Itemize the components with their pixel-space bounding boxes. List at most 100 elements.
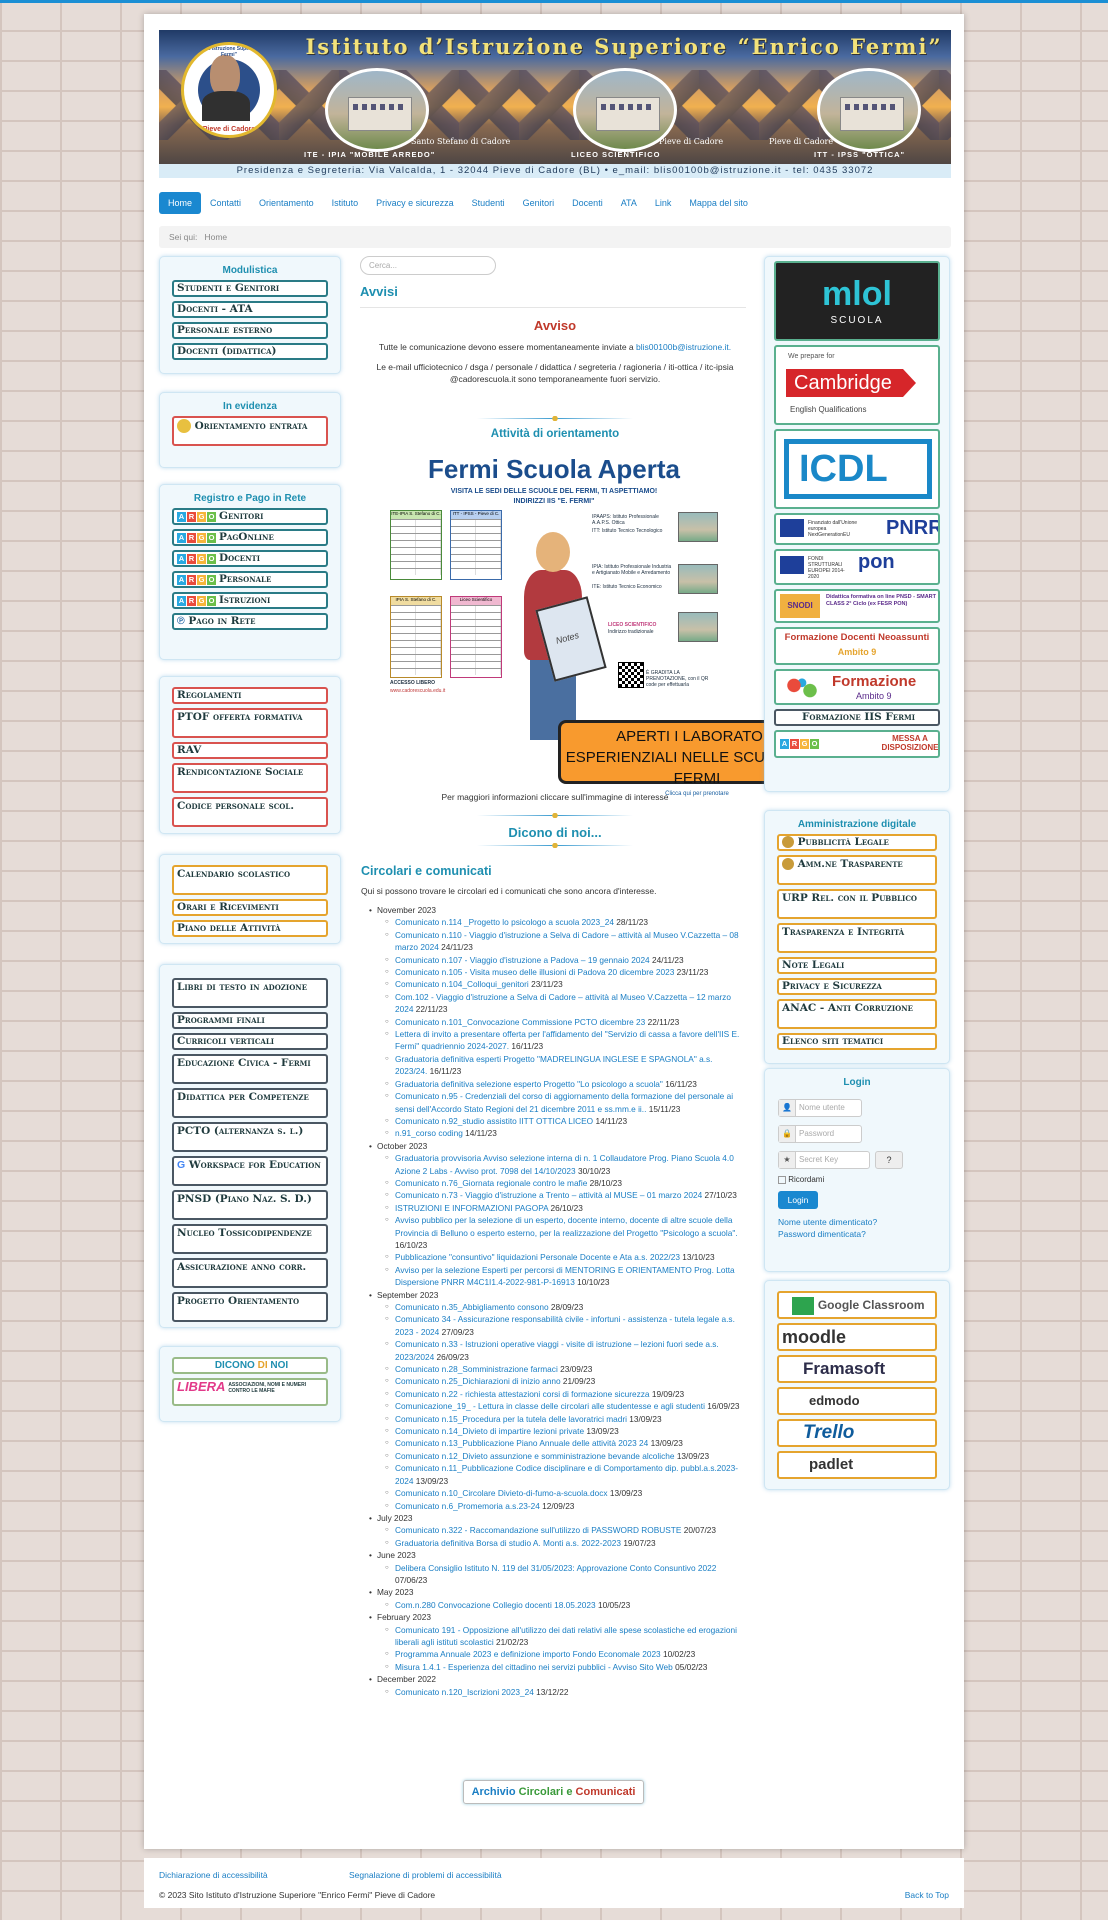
circolare-link[interactable]: Comunicato n.101_Convocazione Commission… <box>395 1017 645 1027</box>
site-banner[interactable]: Istituto d’Istruzione Superiore “Enrico … <box>159 30 951 178</box>
curricoli-button[interactable]: Curricoli verticali <box>172 1033 328 1050</box>
nav-link[interactable]: Link <box>646 192 681 214</box>
moodle-button[interactable]: moodle <box>777 1323 937 1351</box>
login-button[interactable]: Login <box>778 1191 818 1209</box>
circolare-link[interactable]: Comunicazione_19_ - Lettura in classe de… <box>395 1401 705 1411</box>
circolare-link[interactable]: Comunicato n.13_Pubblicazione Piano Annu… <box>395 1438 648 1448</box>
circolare-link[interactable]: Comunicato n.14_Divieto di impartire lez… <box>395 1426 584 1436</box>
argo-mad-banner[interactable]: A R G O MESSA A DISPOSIZIONE <box>774 730 940 758</box>
dicono-heading[interactable]: Dicono di noi... <box>360 825 750 840</box>
forgot-username-link[interactable]: Nome utente dimenticato? <box>778 1217 877 1227</box>
circolare-link[interactable]: Graduatoria provvisoria Avviso selezione… <box>395 1153 734 1175</box>
circolare-link[interactable]: Comunicato n.22 - richiesta attestazioni… <box>395 1389 650 1399</box>
icdl-banner[interactable]: ICDL <box>774 429 940 509</box>
accessibility-link[interactable]: Dichiarazione di accessibilità <box>159 1870 268 1880</box>
secret-key-field[interactable]: ★ Secret Key <box>778 1151 870 1169</box>
urp-button[interactable]: URP Rel. con il Pubblico <box>777 889 937 919</box>
circolare-link[interactable]: Graduatoria definitiva selezione esperto… <box>395 1079 663 1089</box>
note-legali-button[interactable]: Note Legali <box>777 957 937 974</box>
archivio-button[interactable]: Archivio Circolari e Comunicati <box>463 1780 644 1804</box>
mlol-banner[interactable]: mlol SCUOLA <box>774 261 940 341</box>
amm-trasparente-button[interactable]: Amm.ne Trasparente <box>777 855 937 885</box>
nav-home[interactable]: Home <box>159 192 202 214</box>
pubblicita-legale-button[interactable]: Pubblicità Legale <box>777 834 937 851</box>
nav-studenti[interactable]: Studenti <box>463 192 514 214</box>
circolare-link[interactable]: Comunicato n.120_Iscrizioni 2023_24 <box>395 1687 534 1697</box>
circolare-link[interactable]: Comunicato n.95 - Credenziali del corso … <box>395 1091 733 1113</box>
circolare-link[interactable]: Comunicato n.76_Giornata regionale contr… <box>395 1178 587 1188</box>
circolare-link[interactable]: Comunicato n.105 - Visita museo delle il… <box>395 967 674 977</box>
circolare-link[interactable]: Comunicato n.73 - Viaggio d'istruzione a… <box>395 1190 702 1200</box>
pago-in-rete-button[interactable]: ℗ Pago in Rete <box>172 613 328 630</box>
trello-button[interactable]: Trello <box>777 1419 937 1447</box>
orari-button[interactable]: Orari e Ricevimenti <box>172 899 328 916</box>
argo-istruzioni-button[interactable]: A R G O Istruzioni <box>172 592 328 609</box>
calendario-button[interactable]: Calendario scolastico <box>172 865 328 895</box>
formazione-ambito-banner[interactable]: Formazione Ambito 9 <box>774 669 940 705</box>
circolare-link[interactable]: Lettera di invito a presentare offerta p… <box>395 1029 739 1051</box>
modulistica-item[interactable]: Docenti (didattica) <box>172 343 328 360</box>
pcto-button[interactable]: PCTO (alternanza s. l.) <box>172 1122 328 1152</box>
circolare-link[interactable]: Comunicato n.92_studio assistito IITT OT… <box>395 1116 593 1126</box>
progetto-orientamento-button[interactable]: Progetto Orientamento <box>172 1292 328 1322</box>
rendicontazione-button[interactable]: Rendicontazione Sociale <box>172 763 328 793</box>
orientamento-entrata-button[interactable]: Orientamento entrata <box>172 416 328 446</box>
circolare-link[interactable]: Programma Annuale 2023 e definizione imp… <box>395 1649 661 1659</box>
circolare-link[interactable]: ISTRUZIONI E INFORMAZIONI PAGOPA <box>395 1203 548 1213</box>
nav-istituto[interactable]: Istituto <box>323 192 368 214</box>
nav-mappa[interactable]: Mappa del sito <box>680 192 757 214</box>
circolare-link[interactable]: Comunicato n.114 _Progetto lo psicologo … <box>395 917 614 927</box>
search-input[interactable]: Cerca... <box>360 256 496 275</box>
nucleo-button[interactable]: Nucleo Tossicodipendenze <box>172 1224 328 1254</box>
password-field[interactable]: 🔒 Password <box>778 1125 862 1143</box>
pnrr-banner[interactable]: Finanziato dall'Unione europea NextGener… <box>774 513 940 545</box>
help-icon[interactable]: ? <box>875 1151 903 1169</box>
modulistica-item[interactable]: Studenti e Genitori <box>172 280 328 297</box>
circolare-link[interactable]: n.91_corso coding <box>395 1128 463 1138</box>
circolare-link[interactable]: Comunicato 191 - Opposizione all'utilizz… <box>395 1625 737 1647</box>
circolare-link[interactable]: Graduatoria definitiva Borsa di studio A… <box>395 1538 621 1548</box>
piano-attivita-button[interactable]: Piano delle Attività <box>172 920 328 937</box>
nav-privacy[interactable]: Privacy e sicurezza <box>367 192 463 214</box>
accessibility-report-link[interactable]: Segnalazione di problemi di accessibilit… <box>349 1870 502 1880</box>
circolare-link[interactable]: Comunicato n.15_Procedura per la tutela … <box>395 1414 627 1424</box>
username-field[interactable]: 👤 Nome utente <box>778 1099 862 1117</box>
circolare-link[interactable]: Misura 1.4.1 - Esperienza del cittadino … <box>395 1662 673 1672</box>
siti-tematici-button[interactable]: Elenco siti tematici <box>777 1033 937 1050</box>
rav-button[interactable]: RAV <box>172 742 328 759</box>
libri-testo-button[interactable]: Libri di testo in adozione <box>172 978 328 1008</box>
didattica-competenze-button[interactable]: Didattica per Competenze <box>172 1088 328 1118</box>
argo-genitori-button[interactable]: A R G O Genitori <box>172 508 328 525</box>
remember-checkbox[interactable]: Ricordami <box>778 1175 824 1184</box>
argo-pagonline-button[interactable]: A R G O PagOnline <box>172 529 328 546</box>
circolare-link[interactable]: Comunicato n.322 - Raccomandazione sull'… <box>395 1525 681 1535</box>
nav-ata[interactable]: ATA <box>612 192 646 214</box>
circolare-link[interactable]: Comunicato n.12_Divieto assunzione e som… <box>395 1451 675 1461</box>
anac-button[interactable]: ANAC - Anti Corruzione <box>777 999 937 1029</box>
dicono-di-noi-banner[interactable]: DICONO DI NOI <box>172 1357 328 1374</box>
framasoft-button[interactable]: Framasoft <box>777 1355 937 1383</box>
ptof-button[interactable]: PTOF offerta formativa <box>172 708 328 738</box>
trasparenza-button[interactable]: Trasparenza e Integrità <box>777 923 937 953</box>
pon-banner[interactable]: FONDI STRUTTURALI EUROPEI 2014-2020 pon <box>774 549 940 585</box>
modulistica-item[interactable]: Docenti - ATA <box>172 301 328 318</box>
nav-genitori[interactable]: Genitori <box>514 192 564 214</box>
email-link[interactable]: blis00100b@istruzione.it. <box>636 342 731 352</box>
padlet-button[interactable]: padlet <box>777 1451 937 1479</box>
snodi-banner[interactable]: SNODI Didattica formativa on line PNSD - … <box>774 589 940 623</box>
codice-personale-button[interactable]: Codice personale scol. <box>172 797 328 827</box>
pnsd-button[interactable]: PNSD (Piano Naz. S. D.) <box>172 1190 328 1220</box>
assicurazione-button[interactable]: Assicurazione anno corr. <box>172 1258 328 1288</box>
circolare-link[interactable]: Comunicato n.25_Dichiarazioni di inizio … <box>395 1376 561 1386</box>
classroom-button[interactable]: Google Classroom <box>777 1291 937 1319</box>
circolare-link[interactable]: Comunicato n.28_Somministrazione farmaci <box>395 1364 558 1374</box>
libera-banner[interactable]: LIBERA ASSOCIAZIONI, NOMI E NUMERI CONTR… <box>172 1378 328 1406</box>
qr-code-icon[interactable] <box>618 662 644 688</box>
educazione-civica-button[interactable]: Educazione Civica - Fermi <box>172 1054 328 1084</box>
circolare-link[interactable]: Comunicato n.35_Abbigliamento consono <box>395 1302 549 1312</box>
formazione-iis-button[interactable]: Formazione IIS Fermi <box>774 709 940 726</box>
circolare-link[interactable]: Delibera Consiglio Istituto N. 119 del 3… <box>395 1563 716 1573</box>
neoassunti-banner[interactable]: Formazione Docenti Neoassunti Ambito 9 <box>774 627 940 665</box>
circolare-link[interactable]: Avviso pubblico per la selezione di un e… <box>395 1215 738 1237</box>
argo-personale-button[interactable]: A R G O Personale <box>172 571 328 588</box>
